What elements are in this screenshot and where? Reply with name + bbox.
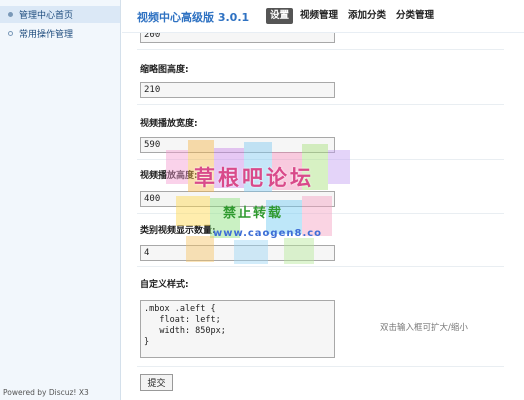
divider bbox=[137, 104, 504, 105]
bullet-icon bbox=[8, 31, 13, 36]
sidebar-item-admin-home[interactable]: 管理中心首页 bbox=[0, 6, 120, 23]
bullet-icon bbox=[8, 12, 13, 17]
category-count-input[interactable]: 4 bbox=[140, 245, 335, 261]
tab-add-category[interactable]: 添加分类 bbox=[345, 8, 389, 24]
custom-style-textarea[interactable]: .mbox .aleft { float: left; width: 850px… bbox=[140, 300, 335, 358]
divider bbox=[137, 266, 504, 267]
player-width-label: 视频播放宽度: bbox=[140, 119, 198, 129]
custom-style-hint: 双击输入框可扩大/缩小 bbox=[380, 323, 468, 333]
app-title: 视频中心高级版 3.0.1 bbox=[137, 11, 250, 24]
divider bbox=[137, 49, 504, 50]
tab-video-management[interactable]: 视频管理 bbox=[297, 8, 341, 24]
powered-by-text: Powered by Discuz! X3 bbox=[3, 388, 89, 397]
sidebar-item-label: 常用操作管理 bbox=[19, 30, 74, 40]
thumb-height-input[interactable]: 210 bbox=[140, 82, 335, 98]
page-header: 视频中心高级版 3.0.1 设置 视频管理 添加分类 分类管理 bbox=[122, 0, 524, 33]
sidebar-item-label: 管理中心首页 bbox=[19, 11, 74, 21]
divider bbox=[137, 159, 504, 160]
category-count-label: 类别视频显示数量: bbox=[140, 226, 216, 236]
divider bbox=[137, 366, 504, 367]
sidebar-item-common-ops[interactable]: 常用操作管理 bbox=[0, 25, 120, 42]
player-width-input[interactable]: 590 bbox=[140, 137, 335, 153]
settings-form: 200 缩略图高度: 210 视频播放宽度: 590 视频播放高度: 400 类… bbox=[122, 0, 524, 400]
thumb-height-label: 缩略图高度: bbox=[140, 65, 189, 75]
tab-category-management[interactable]: 分类管理 bbox=[393, 8, 437, 24]
tab-bar: 设置 视频管理 添加分类 分类管理 bbox=[266, 8, 437, 24]
player-height-input[interactable]: 400 bbox=[140, 191, 335, 207]
player-height-label: 视频播放高度: bbox=[140, 171, 198, 181]
divider bbox=[137, 213, 504, 214]
custom-style-label: 自定义样式: bbox=[140, 280, 189, 290]
sidebar: 管理中心首页 常用操作管理 Powered by Discuz! X3 bbox=[0, 0, 121, 400]
tab-settings[interactable]: 设置 bbox=[266, 8, 294, 24]
submit-button[interactable]: 提交 bbox=[140, 374, 173, 391]
